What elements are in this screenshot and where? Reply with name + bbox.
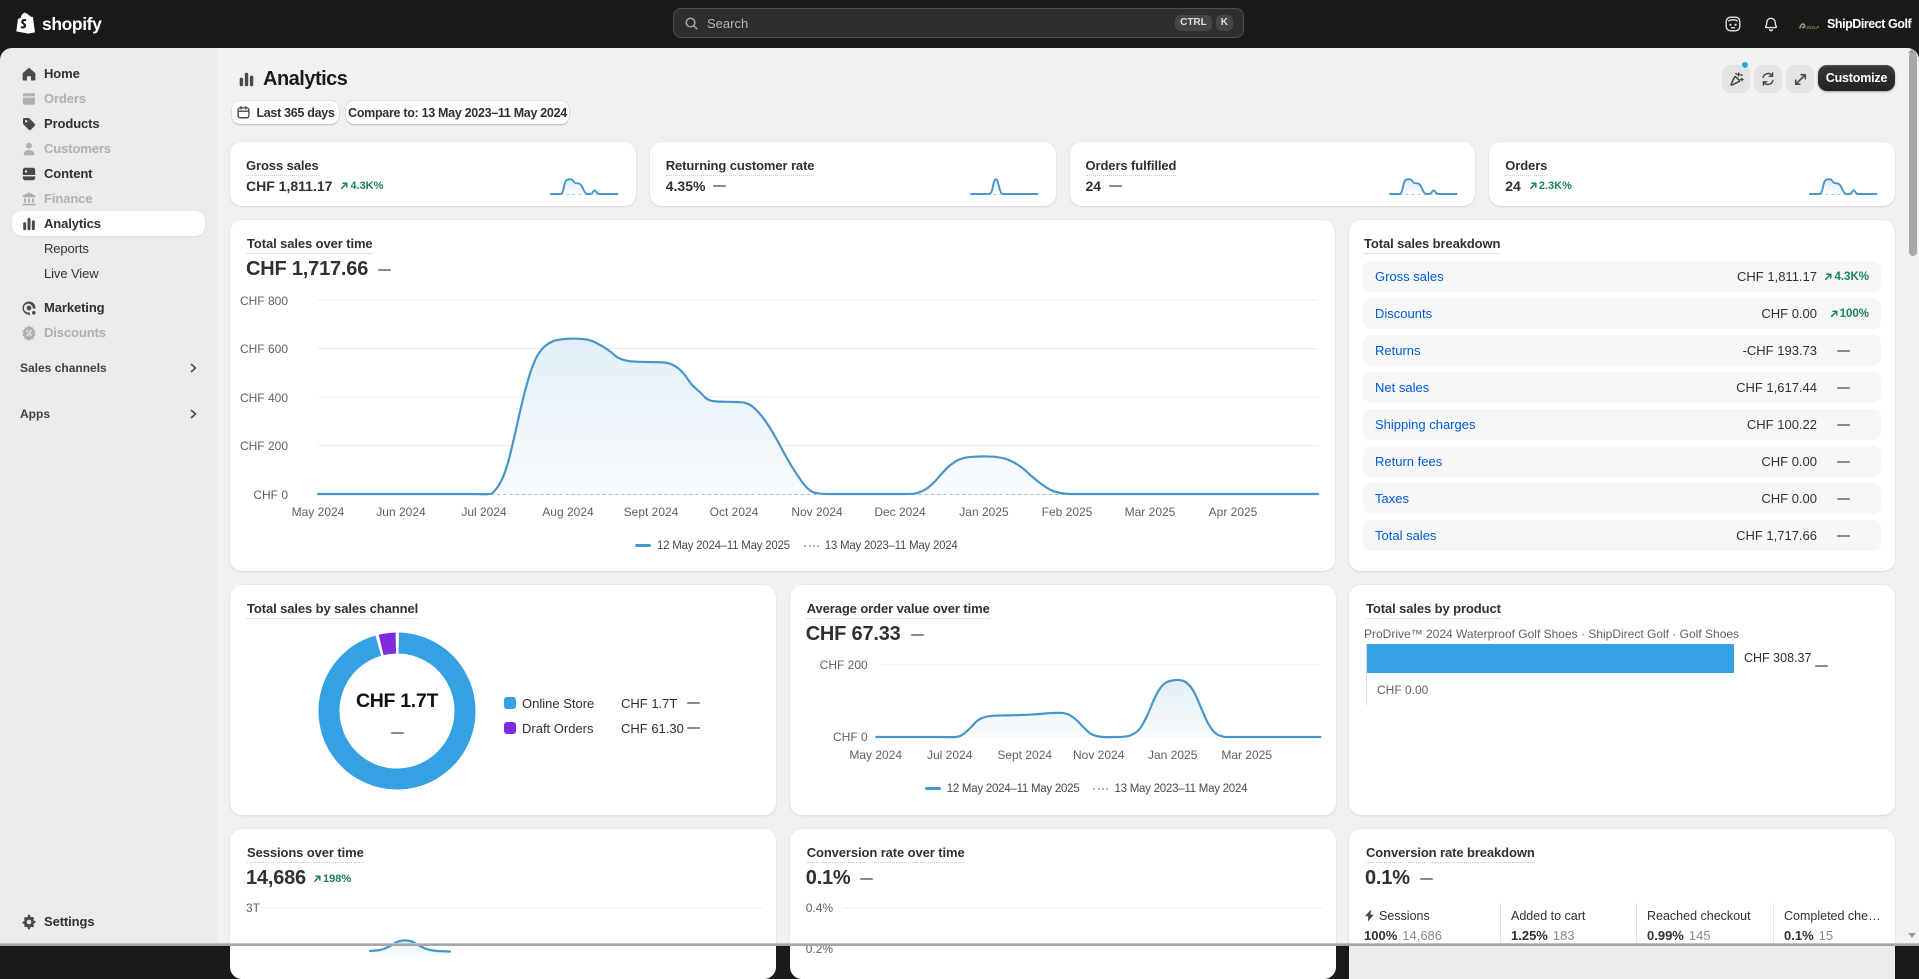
svg-text:GOLF: GOLF [1806, 25, 1819, 30]
